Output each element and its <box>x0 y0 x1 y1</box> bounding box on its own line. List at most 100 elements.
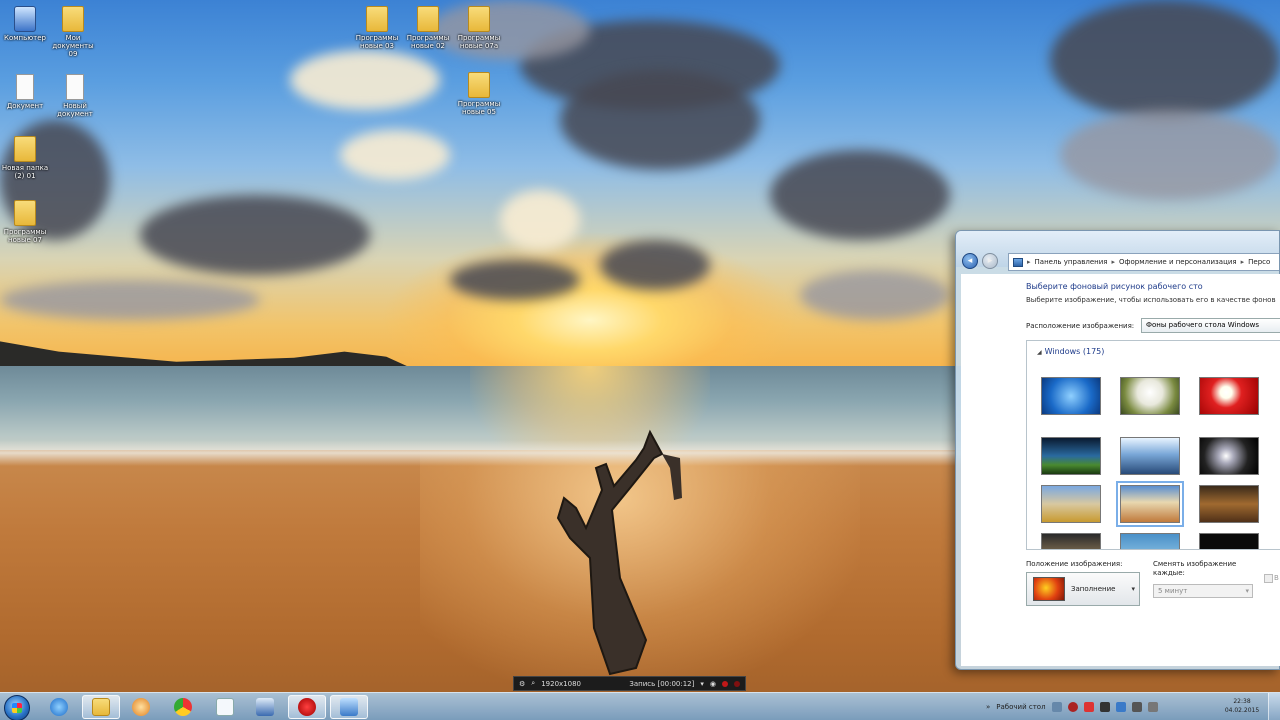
shuffle-checkbox[interactable] <box>1264 574 1273 583</box>
desktop-icon-folder[interactable]: Программы новые 03 <box>352 6 402 50</box>
page-subheading: Выберите изображение, чтобы использовать… <box>1026 296 1276 304</box>
cloud <box>500 190 580 250</box>
tray-desktop-label[interactable]: Рабочий стол <box>996 703 1045 711</box>
stop-icon[interactable] <box>734 680 740 687</box>
change-interval-label: Сменять изображение каждые: <box>1153 560 1237 577</box>
back-button[interactable]: ◂ <box>962 253 978 269</box>
desktop-icon-folder[interactable]: Новая папка (2) 01 <box>0 136 50 180</box>
tray-app-icon[interactable] <box>1099 702 1110 712</box>
wallpaper-thumbnail[interactable] <box>1120 533 1180 549</box>
change-interval-dropdown[interactable]: 5 минут ▾ <box>1153 584 1253 598</box>
breadcrumb-separator-icon: ▸ <box>1027 258 1031 266</box>
recorder-settings-icon[interactable]: ⚙ <box>519 680 525 688</box>
wallpaper-thumbnail[interactable] <box>1120 437 1180 475</box>
recorder-zoom-icon[interactable]: ⌕ <box>531 679 535 688</box>
document-icon <box>66 74 84 100</box>
desktop-icon-label: Документ <box>6 102 44 110</box>
cloud <box>140 195 370 275</box>
breadcrumb-item[interactable]: Оформление и персонализация <box>1119 258 1237 266</box>
cloud <box>1060 110 1280 200</box>
taskbar-chrome-button[interactable] <box>164 695 202 719</box>
cloud <box>800 270 950 320</box>
position-preview-icon <box>1033 577 1065 601</box>
desktop-icon-folder[interactable]: Программы новые 05 <box>454 72 504 116</box>
tray-flag-icon[interactable] <box>1115 702 1126 712</box>
wallpaper-thumbnail[interactable] <box>1199 485 1259 523</box>
taskbar-media-player-button[interactable] <box>122 695 160 719</box>
taskbar-explorer-button[interactable] <box>82 695 120 719</box>
address-bar[interactable]: ▸ Панель управления ▸ Оформление и персо… <box>1008 253 1279 271</box>
tray-app-icon[interactable] <box>1051 702 1062 712</box>
desktop-icon-label: Мои документы 09 <box>52 34 94 58</box>
shuffle-label: В <box>1274 574 1279 582</box>
page-heading: Выберите фоновый рисунок рабочего сто <box>1026 282 1203 291</box>
chevron-down-icon: ▾ <box>1245 587 1249 595</box>
cloud <box>0 280 260 320</box>
screen-recorder-toolbar[interactable]: ⚙ ⌕ 1920x1080 Запись [00:00:12] ▾ ◉ <box>513 676 746 691</box>
taskbar-personalization-button[interactable] <box>330 695 368 719</box>
personalization-icon <box>340 698 358 716</box>
breadcrumb-item[interactable]: Панель управления <box>1035 258 1108 266</box>
document-icon <box>16 74 34 100</box>
wallpaper-gallery[interactable]: ◢ Windows (175) <box>1026 340 1280 550</box>
driftwood <box>556 429 682 676</box>
breadcrumb-item[interactable]: Персо <box>1248 258 1270 266</box>
wallpaper-thumbnail[interactable] <box>1199 377 1259 415</box>
start-button[interactable] <box>4 695 30 720</box>
desktop-icon-folder[interactable]: Мои документы 09 <box>48 6 98 58</box>
folder-icon <box>417 6 439 32</box>
taskbar-clock[interactable]: 22:38 04.02.2015 <box>1220 697 1264 715</box>
picture-location-dropdown[interactable]: Фоны рабочего стола Windows <box>1141 318 1280 333</box>
cloud <box>1050 0 1280 120</box>
taskbar-network-button[interactable] <box>246 695 284 719</box>
collapse-icon: ◢ <box>1037 349 1042 356</box>
record-icon[interactable] <box>722 680 728 687</box>
desktop-icon-folder[interactable]: Программы новые 07a <box>454 6 504 50</box>
recorder-camera-icon[interactable]: ◉ <box>710 680 716 688</box>
clock-time: 22:38 <box>1233 698 1251 705</box>
recorder-menu-icon[interactable]: ▾ <box>700 680 704 688</box>
folder-icon <box>14 136 36 162</box>
desktop-icon-label: Новый документ <box>57 102 93 118</box>
chrome-icon <box>174 698 192 716</box>
breadcrumb-separator-icon: ▸ <box>1240 258 1245 266</box>
tray-volume-icon[interactable] <box>1147 702 1158 712</box>
picture-location-label: Расположение изображения: <box>1026 322 1135 330</box>
folder-icon <box>62 6 84 32</box>
desktop-icon-label: Компьютер <box>4 34 46 42</box>
control-panel-icon <box>1013 257 1023 267</box>
tray-record-icon[interactable] <box>1067 702 1078 712</box>
tray-expand-icon[interactable]: » <box>986 703 990 711</box>
taskbar-recorder-button[interactable] <box>288 695 326 719</box>
wallpaper-thumbnail[interactable] <box>1041 533 1101 549</box>
folder-icon <box>14 200 36 226</box>
recorder-status: Запись [00:00:12] <box>629 679 695 688</box>
tray-network-icon[interactable] <box>1131 702 1142 712</box>
picture-position-label: Положение изображения: <box>1026 560 1123 568</box>
wallpaper-thumbnail[interactable] <box>1041 485 1101 523</box>
taskbar-ie-button[interactable] <box>40 695 78 719</box>
tray-app-icon[interactable] <box>1083 702 1094 712</box>
wallpaper-thumbnail[interactable] <box>1120 377 1180 415</box>
forward-button[interactable]: ▸ <box>982 253 998 269</box>
desktop-icon-document[interactable]: Документ <box>0 74 50 110</box>
picture-position-dropdown[interactable]: Заполнение ▾ <box>1026 572 1140 606</box>
wallpaper-thumbnail[interactable] <box>1199 533 1259 549</box>
desktop-icon-folder[interactable]: Программы новые 07 <box>0 200 50 244</box>
wallpaper-thumbnail-selected[interactable] <box>1116 481 1184 527</box>
desktop-icon-label: Программы новые 02 <box>406 34 450 50</box>
wallpaper-thumbnail[interactable] <box>1041 377 1101 415</box>
folder-icon <box>92 698 110 716</box>
cloud <box>770 150 950 240</box>
desktop-icon-folder[interactable]: Программы новые 02 <box>403 6 453 50</box>
wallpaper-thumbnail[interactable] <box>1041 437 1101 475</box>
cloud <box>340 130 450 180</box>
gallery-group-title[interactable]: ◢ Windows (175) <box>1037 347 1104 356</box>
desktop-icon-computer[interactable]: Компьютер <box>0 6 50 42</box>
desktop-icon-document[interactable]: Новый документ <box>50 74 100 118</box>
taskbar-notepad-button[interactable] <box>206 695 244 719</box>
folder-icon <box>468 72 490 98</box>
cloud <box>290 50 440 110</box>
wallpaper-thumbnail[interactable] <box>1199 437 1259 475</box>
show-desktop-button[interactable] <box>1268 693 1280 720</box>
